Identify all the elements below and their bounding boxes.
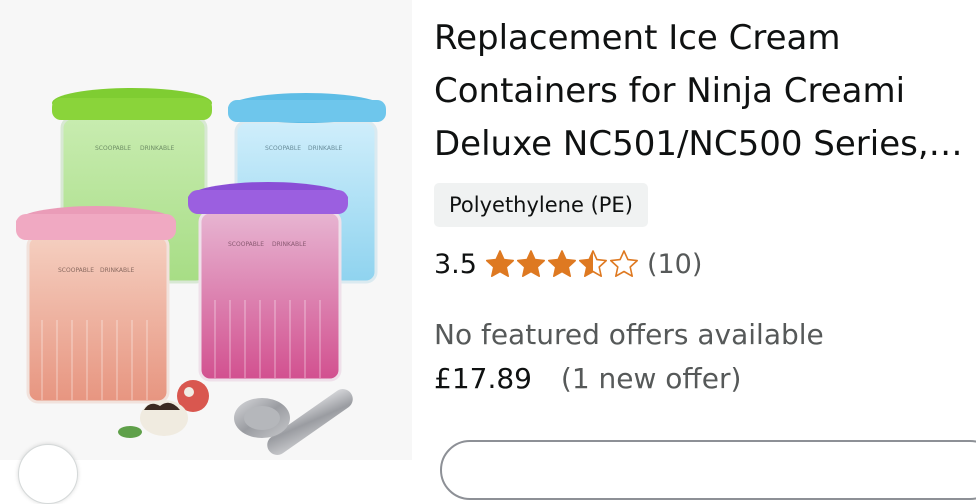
price: £17.89 [434, 362, 532, 395]
price-row[interactable]: £17.89 (1 new offer) [434, 362, 741, 395]
star-full-icon [485, 250, 514, 278]
svg-text:SCOOPABLE: SCOOPABLE [95, 145, 131, 152]
ice-cream-scoop-tool [234, 389, 353, 455]
review-count[interactable]: (10) [647, 249, 702, 280]
svg-text:DRINKABLE: DRINKABLE [308, 145, 342, 152]
product-photo: SCOOPABLE DRINKABLE SCOOPABLE DRINKABLE [16, 88, 386, 455]
title-line: Replacement Ice Cream [434, 18, 841, 58]
star-rating [485, 249, 639, 279]
pink-container: SCOOPABLE DRINKABLE [16, 206, 176, 404]
action-button[interactable] [440, 440, 976, 500]
new-offer-link[interactable]: (1 new offer) [561, 362, 742, 395]
star-full-icon [547, 250, 576, 278]
svg-text:DRINKABLE: DRINKABLE [100, 267, 134, 274]
star-empty-icon [609, 250, 638, 278]
star-half-icon [578, 250, 607, 278]
star-full-icon [516, 250, 545, 278]
svg-text:SCOOPABLE: SCOOPABLE [265, 145, 301, 152]
svg-text:DRINKABLE: DRINKABLE [272, 241, 306, 248]
svg-text:SCOOPABLE: SCOOPABLE [58, 267, 94, 274]
title-line: Containers for Ninja Creami [434, 71, 906, 111]
purple-container: SCOOPABLE DRINKABLE [188, 182, 348, 382]
svg-text:DRINKABLE: DRINKABLE [140, 145, 174, 152]
material-badge: Polyethylene (PE) [434, 183, 648, 227]
product-image[interactable]: SCOOPABLE DRINKABLE SCOOPABLE DRINKABLE [0, 0, 412, 460]
product-title[interactable]: Replacement Ice Cream Containers for Nin… [434, 12, 974, 171]
no-offers-text: No featured offers available [434, 318, 824, 351]
rating-value: 3.5 [434, 248, 477, 280]
image-control-button[interactable] [18, 444, 78, 504]
svg-text:SCOOPABLE: SCOOPABLE [228, 241, 264, 248]
title-line: Deluxe NC501/NC500 Series,… [434, 124, 963, 164]
rating-row[interactable]: 3.5 (10) [434, 244, 702, 284]
